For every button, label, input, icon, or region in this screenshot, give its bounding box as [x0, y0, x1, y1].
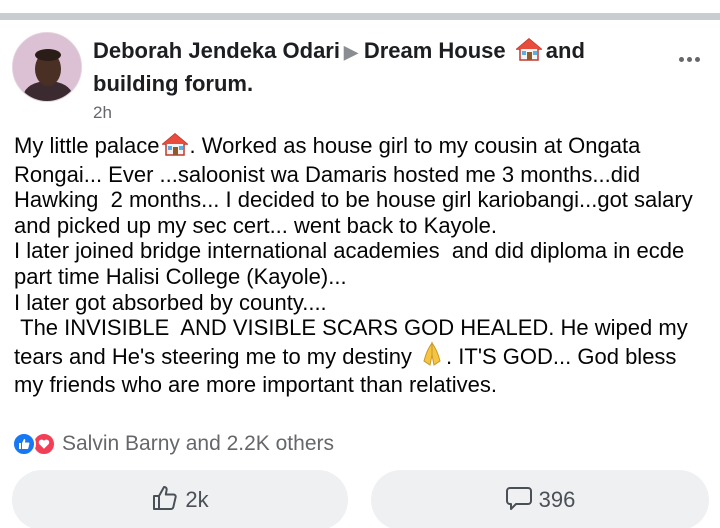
house-icon [160, 132, 189, 162]
top-divider [0, 13, 720, 20]
post-paragraph-1: My little palace. Worked as house girl t… [14, 132, 710, 238]
comment-icon [505, 484, 533, 517]
comment-count: 396 [538, 487, 576, 512]
reactions-summary[interactable]: Salvin Barny and 2.2K others [12, 432, 334, 456]
author-name[interactable]: Deborah Jendeka Odari [93, 38, 340, 63]
post-time[interactable]: 2h [93, 103, 653, 123]
more-options-icon[interactable] [679, 57, 700, 62]
profile-photo [13, 33, 81, 101]
folded-hands-icon [420, 341, 444, 373]
like-reaction-icon [12, 432, 36, 456]
dot [687, 57, 692, 62]
dot [695, 57, 700, 62]
post-text: My little palace [14, 133, 160, 158]
comment-button[interactable]: 396 [371, 470, 709, 528]
post-title: Deborah Jendeka Odari ▶ Dream House and bu… [93, 36, 653, 99]
like-count: 2k [185, 487, 209, 512]
reactions-text[interactable]: Salvin Barny and 2.2K others [62, 432, 334, 456]
avatar[interactable] [12, 32, 82, 102]
like-button[interactable]: 2k [12, 470, 348, 528]
post-paragraph-3: I later got absorbed by county.... [14, 289, 327, 315]
house-icon [514, 37, 543, 69]
group-name[interactable]: Dream House [364, 38, 506, 63]
post-paragraph-2: I later joined bridge international acad… [14, 238, 691, 289]
post-body: My little palace. Worked as house girl t… [14, 132, 710, 398]
thumbs-up-icon [151, 484, 179, 517]
triangle-right-icon: ▶ [343, 42, 358, 62]
dot [679, 57, 684, 62]
post-paragraph-4: The INVISIBLE AND VISIBLE SCARS GOD HEAL… [14, 315, 710, 398]
post-header: Deborah Jendeka Odari ▶ Dream House and bu… [93, 36, 653, 123]
